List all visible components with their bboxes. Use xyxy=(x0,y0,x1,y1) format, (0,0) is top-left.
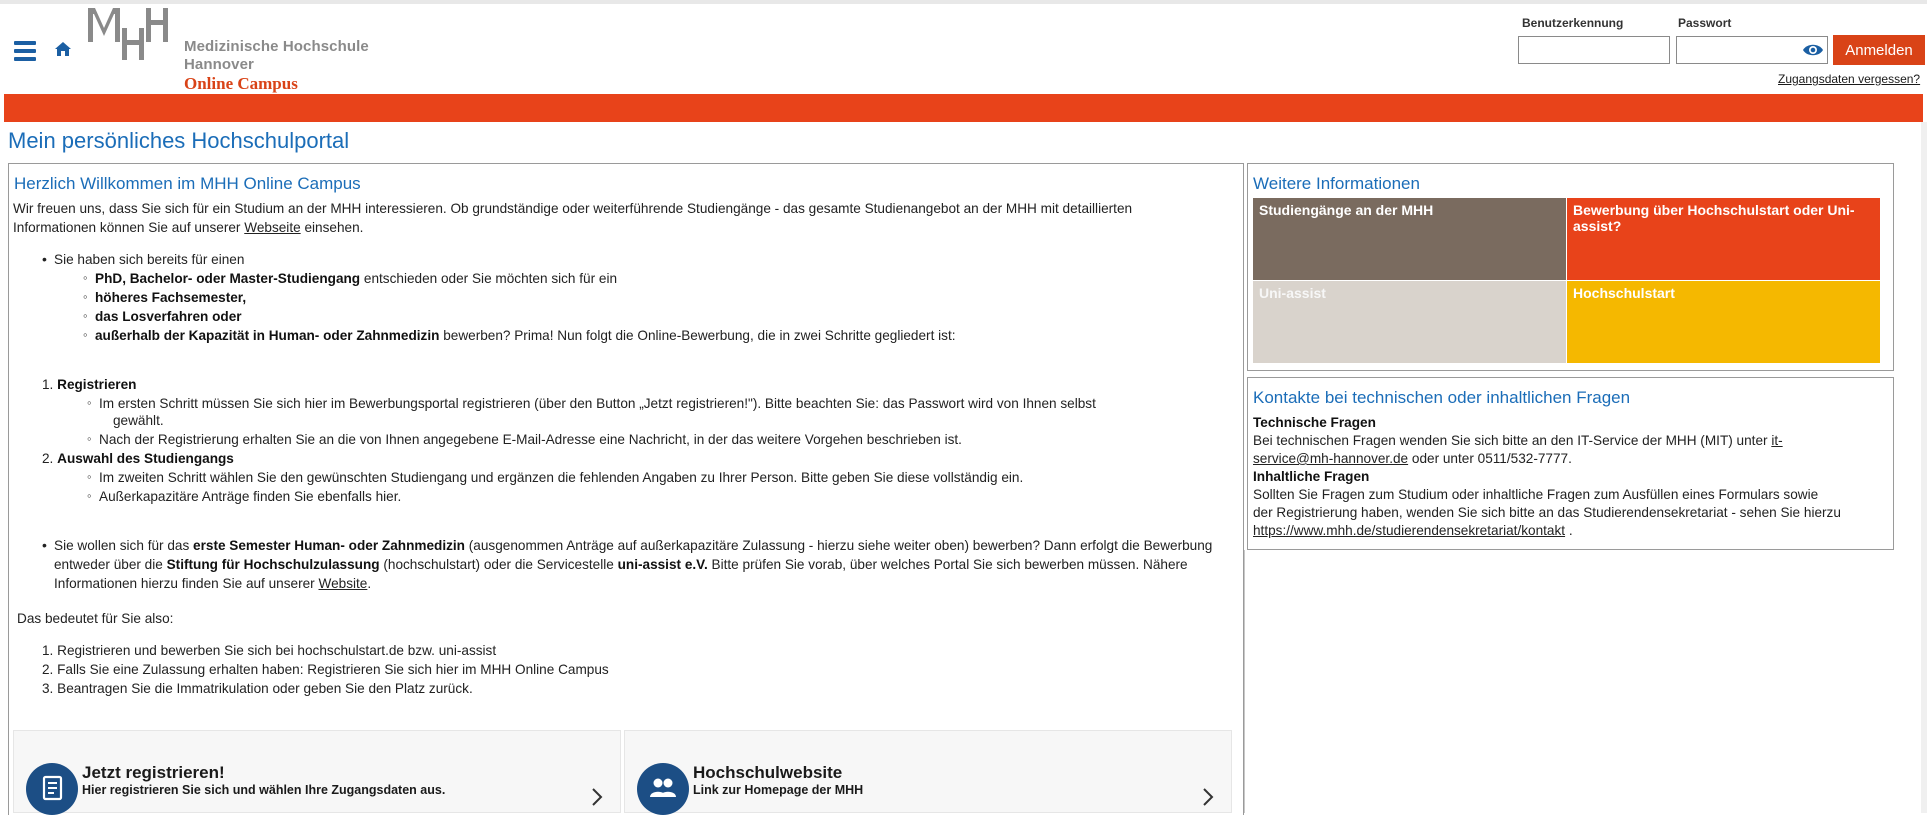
tech-line-2: service@mh-hannover.de oder unter 0511/5… xyxy=(1253,449,1572,468)
info-panel: Weitere Informationen Studiengänge an de… xyxy=(1247,163,1894,371)
logo-campus: Online Campus xyxy=(184,74,298,93)
sub-bullet-3-bold: das Losverfahren oder xyxy=(95,309,242,324)
sub-bullet-2: höheres Fachsemester, xyxy=(83,287,247,307)
tech-text-1: Bei technischen Fragen wenden Sie sich b… xyxy=(1253,433,1768,448)
bullet-2-b: erste Semester Human- oder Zahnmedizin xyxy=(193,538,465,553)
column-divider xyxy=(1244,550,1245,813)
logo-line-1: Medizinische Hochschule xyxy=(184,38,369,55)
step-1-item-a: Im ersten Schritt müssen Sie sich hier i… xyxy=(87,393,1096,413)
it-service-link-a[interactable]: it- xyxy=(1771,433,1782,448)
people-icon xyxy=(637,763,689,815)
bullet-2-e: Stiftung für Hochschulzulassung xyxy=(166,557,380,572)
tile-bewerbung[interactable]: Bewerbung über Hochschulstart oder Uni-a… xyxy=(1567,198,1880,280)
studierendensekretariat-link[interactable]: https://www.mhh.de/studierendensekretari… xyxy=(1253,523,1565,538)
summary-item-1-text: Registrieren und bewerben Sie sich bei h… xyxy=(57,643,497,658)
username-label: Benutzerkennung xyxy=(1522,16,1624,30)
bullet-2-h: Bitte prüfen Sie vorab, über welches Por… xyxy=(711,557,1085,572)
step-1-item-a-cont: gewählt. xyxy=(113,413,164,428)
header: Medizinische Hochschule Hannover Online … xyxy=(0,4,1927,94)
scrollbar[interactable] xyxy=(1921,122,1927,813)
username-input[interactable] xyxy=(1518,36,1670,64)
password-label: Passwort xyxy=(1678,16,1732,30)
step-1-title: Registrieren xyxy=(57,377,137,392)
sub-bullet-4-rest: bewerben? Prima! Nun folgt die Online-Be… xyxy=(443,328,956,343)
bullet-2: Sie wollen sich für das erste Semester H… xyxy=(42,536,1244,593)
tech-text-2: oder unter 0511/532-7777. xyxy=(1411,451,1572,466)
intro-line-1: Wir freuen uns, dass Sie sich für ein St… xyxy=(13,201,1133,216)
page-title: Mein persönliches Hochschulportal xyxy=(8,128,350,153)
summary-item-1-num: 1. xyxy=(42,643,54,658)
tile-hochschulstart[interactable]: Hochschulstart xyxy=(1567,281,1880,363)
meaning-text: Das bedeutet für Sie also: xyxy=(17,611,174,626)
forgot-credentials-link[interactable]: Zugangsdaten vergessen? xyxy=(1778,72,1920,86)
bullet-1: Sie haben sich bereits für einen xyxy=(42,250,244,269)
logo-line-2: Hannover xyxy=(184,56,254,73)
info-title: Weitere Informationen xyxy=(1253,174,1420,193)
content-line-1: Sollten Sie Fragen zum Studium oder inha… xyxy=(1253,487,1819,502)
menu-icon[interactable] xyxy=(14,41,36,61)
logo-text: Medizinische Hochschule Hannover Online … xyxy=(184,38,369,93)
contact-title: Kontakte bei technischen oder inhaltlich… xyxy=(1253,388,1631,407)
webseite-link[interactable]: Webseite xyxy=(244,220,300,235)
content-heading: Inhaltliche Fragen xyxy=(1253,467,1369,486)
form-icon xyxy=(26,763,78,815)
login-button[interactable]: Anmelden xyxy=(1833,35,1925,65)
tech-line-1: Bei technischen Fragen wenden Sie sich b… xyxy=(1253,431,1783,450)
content-line-3: https://www.mhh.de/studierendensekretari… xyxy=(1253,521,1573,540)
register-card-subtitle: Hier registrieren Sie sich und wählen Ih… xyxy=(82,783,446,797)
sub-bullet-1: PhD, Bachelor- oder Master-Studiengang e… xyxy=(83,268,618,288)
step-1: 1. Registrieren xyxy=(42,375,136,394)
chevron-right-icon xyxy=(592,788,603,806)
summary-item-3-text: Beantragen Sie die Immatrikulation oder … xyxy=(57,681,473,696)
content-heading-text: Inhaltliche Fragen xyxy=(1253,469,1370,484)
eye-icon[interactable] xyxy=(1802,43,1824,57)
step-2: 2. Auswahl des Studiengangs xyxy=(42,449,234,468)
summary-item-2-num: 2. xyxy=(42,662,54,677)
welcome-panel: Herzlich Willkommen im MHH Online Campus… xyxy=(8,163,1244,815)
summary-item-2: 2. Falls Sie eine Zulassung erhalten hab… xyxy=(42,660,609,679)
bullet-2-end: . xyxy=(367,576,372,591)
summary-item-3-num: 3. xyxy=(42,681,54,696)
register-card-title: Jetzt registrieren! xyxy=(82,763,225,782)
bullet-2-c: (ausgenommen Anträge auf außerkapazitäre… xyxy=(468,538,1140,553)
website-card-title: Hochschulwebsite xyxy=(693,763,843,782)
website-card[interactable]: Hochschulwebsite Link zur Homepage der M… xyxy=(624,730,1232,815)
sub-bullet-1-bold: PhD, Bachelor- oder Master-Studiengang xyxy=(95,271,361,286)
it-service-link-b[interactable]: service@mh-hannover.de xyxy=(1253,451,1408,466)
content-end: . xyxy=(1568,523,1573,538)
orange-banner xyxy=(4,94,1923,122)
home-icon[interactable] xyxy=(52,38,74,60)
content-line-2: der Registrierung haben, wenden Sie sich… xyxy=(1253,505,1841,520)
step-2-item-a: Im zweiten Schritt wählen Sie den gewüns… xyxy=(87,467,1023,487)
tech-heading: Technische Fragen xyxy=(1253,413,1376,432)
step-1-item-b: Nach der Registrierung erhalten Sie an d… xyxy=(87,429,962,449)
sub-bullet-3: das Losverfahren oder xyxy=(83,306,242,326)
sub-bullet-4-bold: außerhalb der Kapazität in Human- oder Z… xyxy=(95,328,440,343)
website-card-subtitle: Link zur Homepage der MHH xyxy=(693,783,864,797)
intro-line-2: Informationen können Sie auf unserer Web… xyxy=(13,218,363,237)
bullet-2-a: Sie wollen sich für das xyxy=(54,538,190,553)
step-2-number: 2. xyxy=(42,451,54,466)
bullet-2-f: (hochschulstart) oder die Servicestelle xyxy=(383,557,614,572)
welcome-title: Herzlich Willkommen im MHH Online Campus xyxy=(14,174,361,193)
tech-heading-text: Technische Fragen xyxy=(1253,415,1376,430)
step-1-number: 1. xyxy=(42,377,54,392)
contact-panel: Kontakte bei technischen oder inhaltlich… xyxy=(1247,377,1894,550)
intro-text: Informationen können Sie auf unserer xyxy=(13,220,241,235)
summary-item-2-text: Falls Sie eine Zulassung erhalten haben:… xyxy=(57,662,609,677)
sub-bullet-2-bold: höheres Fachsemester, xyxy=(95,290,247,305)
intro-end: einsehen. xyxy=(304,220,364,235)
summary-item-1: 1. Registrieren und bewerben Sie sich be… xyxy=(42,641,496,660)
tile-uni-assist[interactable]: Uni-assist xyxy=(1253,281,1566,363)
website-link[interactable]: Website xyxy=(319,576,368,591)
step-2-item-b: Außerkapazitäre Anträge finden Sie ebenf… xyxy=(87,486,401,506)
register-card[interactable]: Jetzt registrieren! Hier registrieren Si… xyxy=(13,730,621,815)
sub-bullet-1-rest: entschieden oder Sie möchten sich für ei… xyxy=(363,271,618,286)
sub-bullet-4: außerhalb der Kapazität in Human- oder Z… xyxy=(83,325,956,345)
summary-item-3: 3. Beantragen Sie die Immatrikulation od… xyxy=(42,679,473,698)
chevron-right-icon xyxy=(1203,788,1214,806)
tile-studiengaenge[interactable]: Studiengänge an der MHH xyxy=(1253,198,1566,280)
step-2-title: Auswahl des Studiengangs xyxy=(57,451,234,466)
bullet-2-g: uni-assist e.V. xyxy=(617,557,708,572)
